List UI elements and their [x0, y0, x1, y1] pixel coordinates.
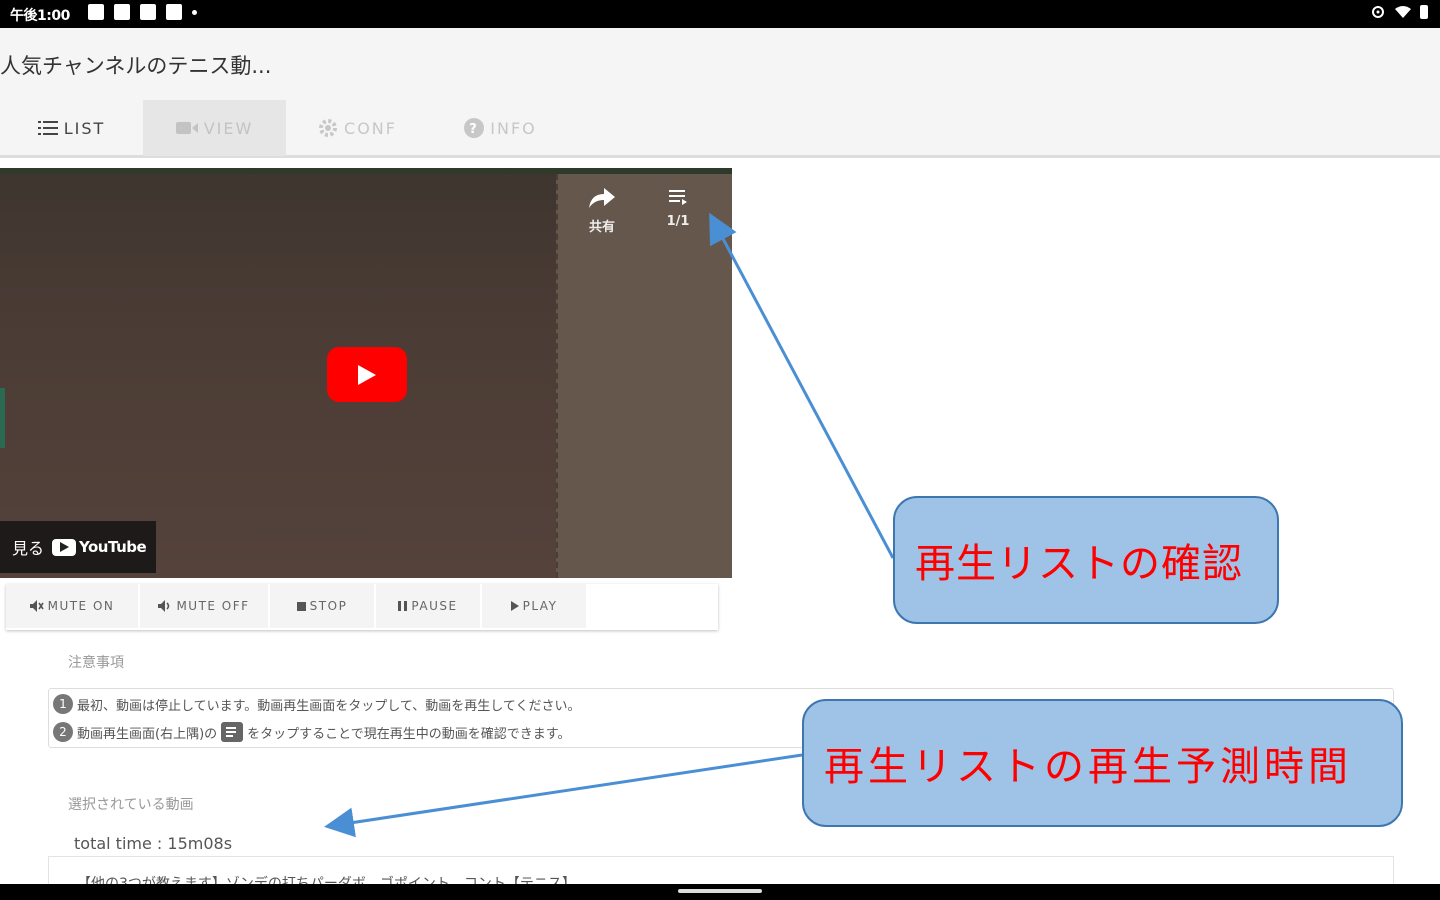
total-time: total time : 15m08s: [74, 834, 233, 853]
note-number: 2: [53, 722, 73, 742]
notification-icons: [88, 4, 197, 20]
mute-on-label: MUTE ON: [47, 599, 115, 613]
stop-label: STOP: [309, 599, 348, 613]
mute-off-label: MUTE OFF: [176, 599, 250, 613]
pause-icon: [398, 601, 408, 611]
pause-button[interactable]: PAUSE: [376, 584, 482, 628]
status-time: 午後1:00: [10, 8, 70, 24]
notes-heading: 注意事項: [68, 655, 124, 671]
gear-icon: [319, 119, 338, 137]
wrench-icon: [166, 4, 182, 20]
tab-conf-label: CONF: [344, 118, 397, 138]
tab-list[interactable]: LIST: [0, 100, 143, 156]
selected-heading: 選択されている動画: [68, 797, 194, 813]
svg-text:?: ?: [469, 122, 479, 137]
tab-view-label: VIEW: [203, 118, 254, 138]
callout-playlist-time: 再生リストの再生予測時間: [802, 699, 1403, 827]
tab-conf[interactable]: CONF: [286, 100, 429, 156]
tab-bar: LIST VIEW CONF ? INFO: [0, 100, 572, 156]
playback-controls: MUTE ON MUTE OFF STOP PAUSE PLAY: [6, 584, 718, 630]
note-item: 2 動画再生画面(右上隅)の をタップすることで現在再生中の動画を確認できます。: [53, 722, 570, 742]
selected-video-list: 【他の3つが教えます】ゾンデの打ちパーダボ…ゴポイント…コント【テニス】: [48, 856, 1394, 886]
note-text-before: 動画再生画面(右上隅)の: [77, 726, 218, 742]
tab-info-label: INFO: [490, 118, 537, 138]
video-edge: [0, 388, 5, 448]
video-icon: [175, 122, 198, 134]
playlist-icon: [669, 190, 687, 205]
youtube-logo-icon: [52, 538, 77, 556]
playlist-count: 1/1: [666, 214, 690, 229]
play-label: PLAY: [522, 599, 558, 613]
mute-on-button[interactable]: MUTE ON: [6, 584, 140, 628]
app-bar: 人気チャンネルのテニス動... LIST VIEW CONF ? INFO: [0, 28, 1440, 158]
youtube-logo-text: YouTube: [79, 538, 147, 556]
share-icon: [589, 188, 615, 208]
share-label: 共有: [588, 220, 615, 235]
more-dot-icon: [192, 9, 197, 15]
cast-icon: [1372, 6, 1384, 18]
play-button[interactable]: PLAY: [482, 584, 588, 628]
note-item: 1 最初、動画は停止しています。動画再生画面をタップして、動画を再生してください…: [53, 694, 581, 714]
callout-playlist-check: 再生リストの確認: [893, 496, 1279, 624]
arrow-to-playlist: [709, 212, 895, 559]
pause-label: PAUSE: [411, 599, 458, 613]
page-title: 人気チャンネルのテニス動...: [0, 54, 272, 78]
notification-icon: [88, 4, 104, 20]
sync-icon: [114, 4, 130, 20]
wifi-icon: [1395, 6, 1411, 18]
mute-icon: [29, 600, 44, 612]
watch-on-youtube[interactable]: 見る YouTube: [0, 521, 156, 573]
youtube-play-button[interactable]: [327, 347, 407, 402]
tab-info[interactable]: ? INFO: [429, 100, 572, 156]
battery-icon: [1420, 5, 1428, 19]
mute-off-button[interactable]: MUTE OFF: [140, 584, 270, 628]
settings-icon: [140, 4, 156, 20]
stop-icon: [296, 601, 306, 611]
note-number: 1: [53, 694, 73, 714]
play-icon: [358, 364, 376, 385]
tab-view[interactable]: VIEW: [143, 100, 286, 156]
volume-icon: [158, 600, 170, 612]
note-text: 最初、動画は停止しています。動画再生画面をタップして、動画を再生してください。: [77, 698, 581, 714]
arrow-to-total-time: [324, 753, 803, 838]
watch-label: 見る: [12, 539, 45, 558]
play-icon: [510, 601, 519, 611]
tab-list-label: LIST: [63, 118, 106, 138]
note-text-after: をタップすることで現在再生中の動画を確認できます。: [247, 726, 571, 742]
youtube-logo: YouTube: [52, 538, 147, 556]
system-icons: [1370, 5, 1428, 19]
status-bar: 午後1:00: [0, 0, 1440, 28]
share-button[interactable]: 共有: [582, 188, 622, 235]
playlist-button[interactable]: 1/1: [658, 188, 698, 229]
navigation-bar: [0, 884, 1440, 900]
home-handle[interactable]: [678, 889, 762, 893]
playlist-icon: [221, 722, 244, 742]
list-icon: [37, 121, 58, 135]
help-icon: ?: [464, 118, 485, 138]
stop-button[interactable]: STOP: [270, 584, 376, 628]
